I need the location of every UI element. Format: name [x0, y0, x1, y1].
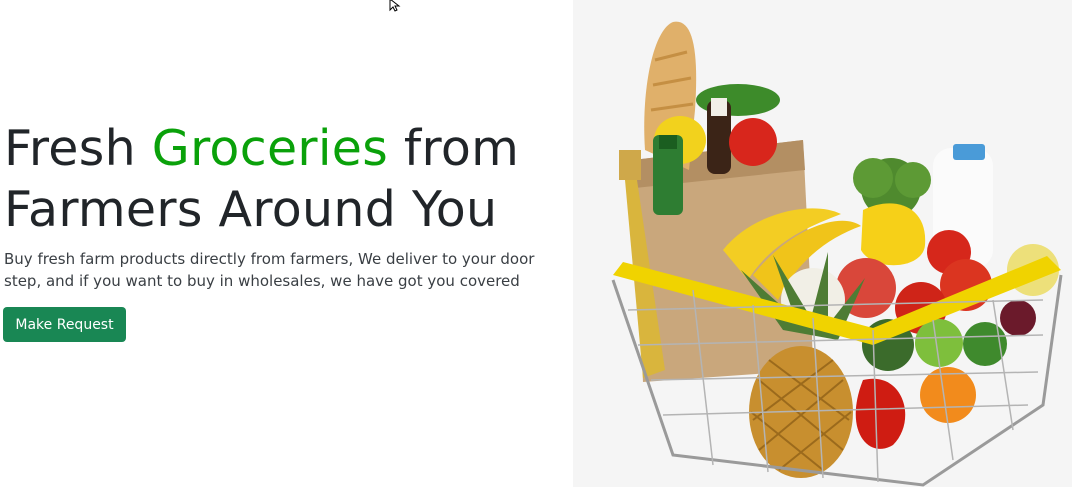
grocery-basket-icon	[611, 21, 1063, 487]
hero-title-accent: Groceries	[151, 120, 389, 177]
hero-title: Fresh Groceries from Farmers Around You	[4, 118, 564, 240]
mouse-cursor-icon	[389, 0, 401, 12]
hero-image-panel	[573, 0, 1072, 487]
hero-description: Buy fresh farm products directly from fa…	[4, 250, 535, 290]
make-request-button[interactable]: Make Request	[3, 307, 126, 342]
hero-title-start: Fresh	[4, 120, 152, 177]
hero-section: Fresh Groceries from Farmers Around You …	[0, 0, 573, 487]
